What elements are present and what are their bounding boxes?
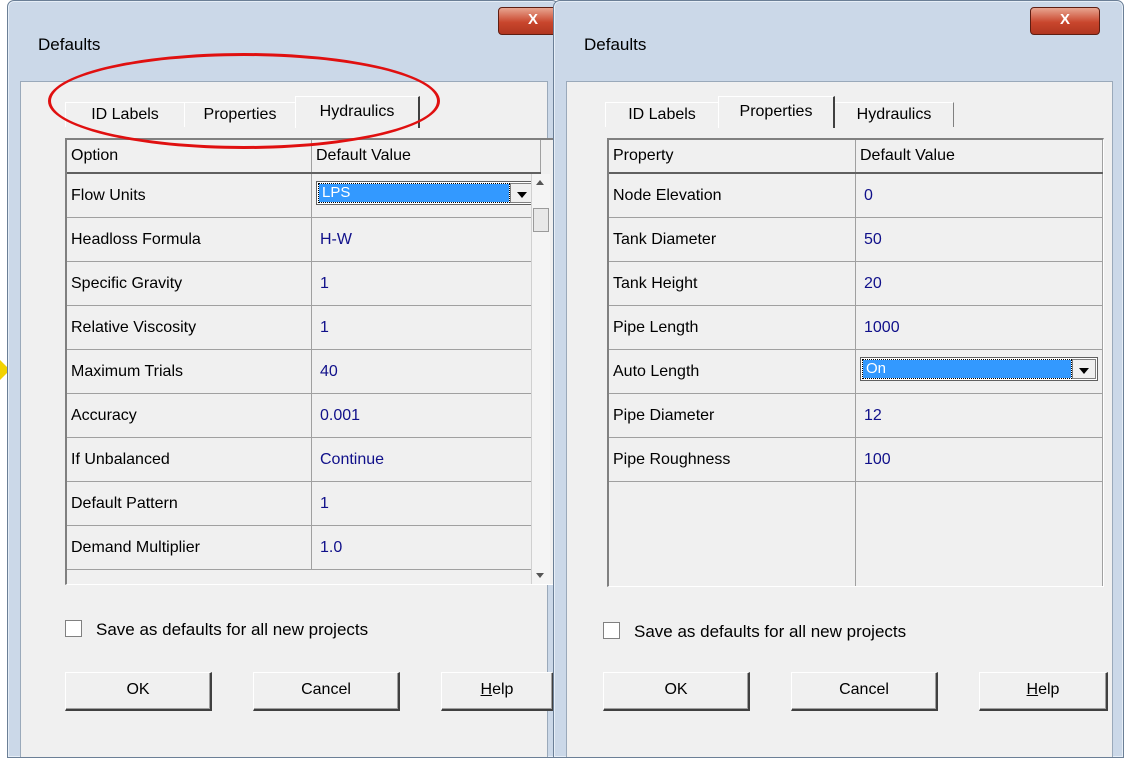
flow-units-dropdown[interactable]: LPS	[316, 181, 536, 205]
help-label-rest: elp	[1038, 681, 1060, 698]
highlight-ellipse	[48, 53, 440, 149]
column-header-default-value: Default Value	[311, 140, 541, 174]
table-row[interactable]: Pipe Length 1000	[609, 305, 1103, 350]
property-value[interactable]: 1000	[855, 305, 1103, 350]
scroll-up-icon[interactable]	[536, 180, 544, 185]
grid-vertical-scrollbar[interactable]	[531, 174, 550, 584]
option-value[interactable]: 1	[311, 481, 541, 526]
options-table: Option Default Value Flow Units LPS Head…	[67, 140, 541, 570]
cancel-button[interactable]: Cancel	[791, 672, 938, 711]
save-defaults-label: Save as defaults for all new projects	[96, 620, 369, 639]
help-button[interactable]: Help	[979, 672, 1108, 711]
table-row[interactable]: Headloss Formula H-W	[67, 217, 541, 262]
scroll-down-icon[interactable]	[536, 573, 544, 578]
table-row[interactable]: Specific Gravity 1	[67, 261, 541, 306]
property-value[interactable]: 12	[855, 393, 1103, 438]
dropdown-selected-value: LPS	[318, 183, 510, 203]
save-defaults-label: Save as defaults for all new projects	[634, 622, 907, 641]
save-defaults-checkbox-row[interactable]: Save as defaults for all new projects	[603, 622, 906, 642]
table-row[interactable]: Node Elevation 0	[609, 173, 1103, 218]
options-grid: Option Default Value Flow Units LPS Head…	[65, 138, 558, 585]
table-row[interactable]: Demand Multiplier 1.0	[67, 525, 541, 570]
save-defaults-checkbox[interactable]	[603, 622, 620, 639]
option-name: Maximum Trials	[67, 349, 312, 394]
option-name: If Unbalanced	[67, 437, 312, 482]
properties-grid: Property Default Value Node Elevation 0 …	[607, 138, 1104, 587]
dropdown-arrow-icon[interactable]	[1072, 359, 1096, 379]
defaults-dialog-properties: Defaults X ID Labels Properties Hydrauli…	[553, 0, 1124, 758]
title-bar: Defaults X	[554, 1, 1123, 87]
property-value[interactable]: 100	[855, 437, 1103, 482]
option-value[interactable]: 40	[311, 349, 541, 394]
property-name: Tank Diameter	[609, 217, 856, 262]
properties-table: Property Default Value Node Elevation 0 …	[609, 140, 1103, 586]
property-value[interactable]: 20	[855, 261, 1103, 306]
property-name: Auto Length	[609, 349, 856, 394]
tab-id-labels[interactable]: ID Labels	[605, 102, 719, 127]
table-row[interactable]: Tank Diameter 50	[609, 217, 1103, 262]
help-mnemonic: H	[1026, 681, 1039, 698]
help-mnemonic: H	[480, 681, 493, 698]
option-value[interactable]: H-W	[311, 217, 541, 262]
tab-hydraulics[interactable]: Hydraulics	[834, 102, 954, 127]
dialog-client-area: ID Labels Properties Hydraulics Option D…	[20, 81, 558, 757]
table-row[interactable]: Pipe Diameter 12	[609, 393, 1103, 438]
table-row[interactable]: Flow Units LPS	[67, 173, 541, 218]
cancel-button[interactable]: Cancel	[253, 672, 400, 711]
property-name: Tank Height	[609, 261, 856, 306]
option-name: Default Pattern	[67, 481, 312, 526]
scroll-thumb[interactable]	[533, 208, 549, 232]
option-name: Accuracy	[67, 393, 312, 438]
option-name: Specific Gravity	[67, 261, 312, 306]
table-row[interactable]: Tank Height 20	[609, 261, 1103, 306]
option-value[interactable]: 1	[311, 261, 541, 306]
dropdown-selected-value: On	[862, 359, 1072, 379]
close-button[interactable]: X	[1030, 7, 1100, 35]
property-name: Node Elevation	[609, 173, 856, 218]
table-row-empty	[609, 481, 1103, 586]
tab-properties[interactable]: Properties	[718, 96, 835, 128]
table-row[interactable]: Default Pattern 1	[67, 481, 541, 526]
dialog-title: Defaults	[584, 35, 647, 54]
table-row[interactable]: Relative Viscosity 1	[67, 305, 541, 350]
option-value-cell[interactable]: LPS	[311, 173, 541, 218]
table-row[interactable]: If Unbalanced Continue	[67, 437, 541, 482]
tab-strip: ID Labels Properties Hydraulics	[605, 96, 975, 128]
property-value-cell[interactable]: On	[855, 349, 1103, 394]
option-name: Relative Viscosity	[67, 305, 312, 350]
property-name: Pipe Length	[609, 305, 856, 350]
dialog-title: Defaults	[38, 35, 101, 54]
option-value[interactable]: 1.0	[311, 525, 541, 570]
auto-length-dropdown[interactable]: On	[860, 357, 1098, 381]
table-row[interactable]: Auto Length On	[609, 349, 1103, 394]
option-value[interactable]: Continue	[311, 437, 541, 482]
help-button[interactable]: Help	[441, 672, 554, 711]
ok-button[interactable]: OK	[603, 672, 750, 711]
table-row[interactable]: Maximum Trials 40	[67, 349, 541, 394]
property-value[interactable]: 50	[855, 217, 1103, 262]
dialog-client-area: ID Labels Properties Hydraulics Property…	[566, 81, 1113, 757]
option-name: Flow Units	[67, 173, 312, 218]
column-header-property: Property	[609, 140, 856, 174]
option-name: Demand Multiplier	[67, 525, 312, 570]
table-row[interactable]: Pipe Roughness 100	[609, 437, 1103, 482]
option-name: Headloss Formula	[67, 217, 312, 262]
help-label-rest: elp	[492, 681, 514, 698]
table-row[interactable]: Accuracy 0.001	[67, 393, 541, 438]
save-defaults-checkbox-row[interactable]: Save as defaults for all new projects	[65, 620, 368, 640]
option-value[interactable]: 1	[311, 305, 541, 350]
column-header-default-value: Default Value	[855, 140, 1103, 174]
table-header-row: Property Default Value	[609, 140, 1103, 174]
empty-cell	[609, 481, 856, 586]
property-name: Pipe Diameter	[609, 393, 856, 438]
empty-cell	[855, 481, 1103, 586]
save-defaults-checkbox[interactable]	[65, 620, 82, 637]
ok-button[interactable]: OK	[65, 672, 212, 711]
property-name: Pipe Roughness	[609, 437, 856, 482]
option-value[interactable]: 0.001	[311, 393, 541, 438]
property-value[interactable]: 0	[855, 173, 1103, 218]
